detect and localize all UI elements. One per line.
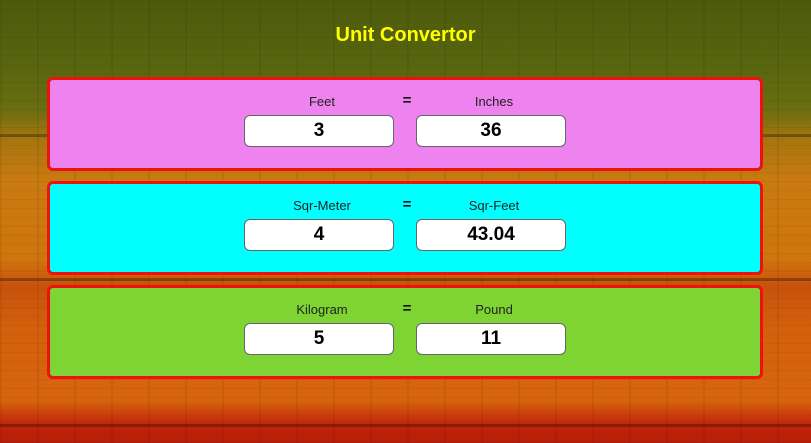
- sqr-feet-input[interactable]: [416, 219, 566, 251]
- feet-input[interactable]: [244, 115, 394, 147]
- to-unit-label: Pound: [475, 302, 513, 317]
- wood-plank-seam: [0, 278, 811, 281]
- from-unit-label: Kilogram: [296, 302, 348, 317]
- converter-card-kilogram-pound: Kilogram = Pound: [47, 285, 763, 379]
- converter-card-feet-inches: Feet = Inches: [47, 77, 763, 171]
- wood-plank-seam: [0, 424, 811, 427]
- equals-sign: =: [402, 92, 412, 109]
- sqr-meter-input[interactable]: [244, 219, 394, 251]
- inches-input[interactable]: [416, 115, 566, 147]
- from-unit-label: Sqr-Meter: [293, 198, 351, 213]
- converter-card-sqrmeter-sqrfeet: Sqr-Meter = Sqr-Feet: [47, 181, 763, 275]
- page-title: Unit Convertor: [335, 24, 476, 46]
- to-unit-label: Inches: [474, 94, 514, 109]
- from-unit-label: Feet: [308, 94, 335, 109]
- equals-sign: =: [402, 196, 412, 213]
- to-unit-label: Sqr-Feet: [468, 198, 520, 213]
- pound-input[interactable]: [416, 323, 566, 355]
- kilogram-input[interactable]: [244, 323, 394, 355]
- equals-sign: =: [402, 300, 412, 317]
